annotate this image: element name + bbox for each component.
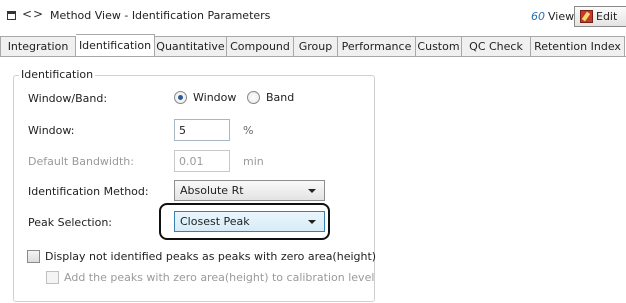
default-bandwidth-unit: min [243,155,264,168]
tab-retention-index[interactable]: Retention Index [531,36,625,57]
display-not-identified-checkbox[interactable]: Display not identified peaks as peaks wi… [27,250,376,263]
identification-method-label: Identification Method: [28,185,149,198]
tab-performance[interactable]: Performance [338,36,416,57]
add-peaks-label: Add the peaks with zero area(height) to … [64,271,375,284]
radio-band[interactable]: Band [247,91,294,104]
tab-quantitative[interactable]: Quantitative [155,36,227,57]
default-bandwidth-label: Default Bandwidth: [28,155,134,168]
tab-group[interactable]: Group [294,36,338,57]
radio-band-indicator[interactable] [247,91,260,104]
tab-integration[interactable]: Integration [0,36,76,57]
groupbox-legend: Identification [19,68,96,81]
display-not-identified-label: Display not identified peaks as peaks wi… [45,250,377,263]
radio-window-indicator[interactable] [174,91,187,104]
peak-selection-dropdown[interactable]: Closest Peak [174,211,325,232]
add-peaks-box [46,271,59,284]
default-bandwidth-input: 0.01 [174,150,230,172]
tab-custom[interactable]: Custom [416,36,462,57]
title-bar: <> Method View - Identification Paramete… [0,0,626,33]
chevron-down-icon [308,220,316,224]
chevron-down-icon [308,189,316,193]
tab-compound[interactable]: Compound [227,36,294,57]
glasses-icon: 60 [531,9,545,23]
window-title: Method View - Identification Parameters [50,9,271,22]
window-icon [7,11,16,20]
display-not-identified-box[interactable] [27,250,40,263]
identification-method-dropdown[interactable]: Absolute Rt [174,180,325,201]
window-label: Window: [28,124,75,137]
edit-pencil-icon [580,10,593,23]
radio-window[interactable]: Window [174,91,236,104]
code-nav-icon[interactable]: <> [22,7,44,21]
view-button-label: View [548,9,575,23]
window-band-label: Window/Band: [28,92,108,105]
tab-content-panel: Identification Window/Band: Window Band … [0,56,626,303]
edit-button-label: Edit [596,10,618,23]
tab-strip: Integration Identification Quantitative … [0,34,625,57]
tab-qc-check[interactable]: QC Check [462,36,531,57]
edit-button[interactable]: Edit [574,6,626,27]
identification-method-value: Absolute Rt [180,184,244,197]
peak-selection-value: Closest Peak [180,215,250,228]
radio-window-label: Window [193,91,237,104]
window-unit: % [243,124,254,137]
window-input[interactable]: 5 [174,119,230,141]
peak-selection-label: Peak Selection: [28,216,113,229]
add-peaks-checkbox: Add the peaks with zero area(height) to … [46,271,374,284]
view-button[interactable]: 60 View [531,6,574,26]
radio-band-label: Band [266,91,295,104]
tab-identification[interactable]: Identification [76,34,155,57]
